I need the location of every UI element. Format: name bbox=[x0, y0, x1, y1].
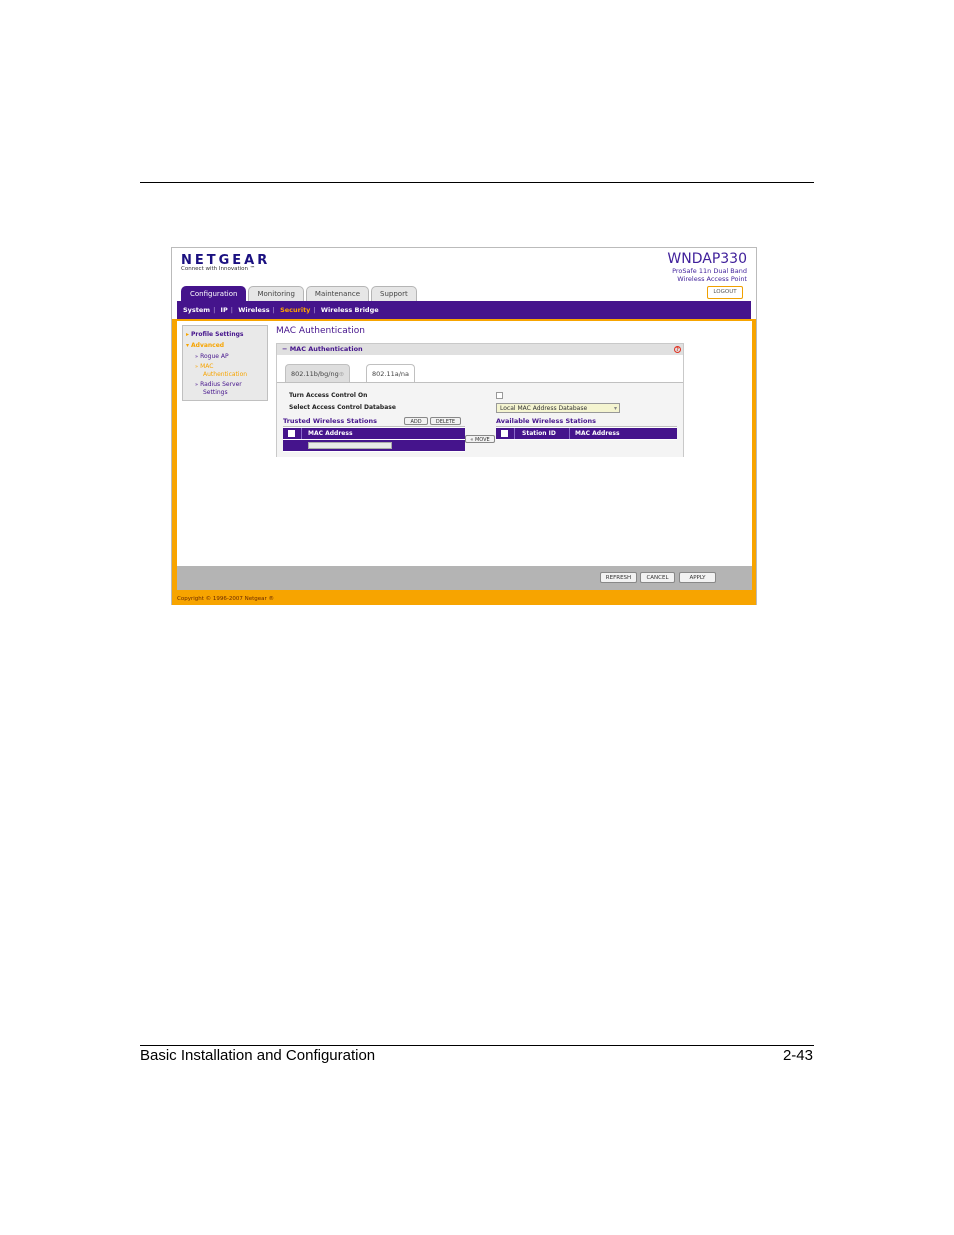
column-header-mac-address: MAC Address bbox=[308, 430, 353, 437]
page-title: MAC Authentication bbox=[276, 326, 365, 336]
sidebar-item-label: Rogue AP bbox=[200, 353, 229, 360]
add-button[interactable]: ADD bbox=[404, 417, 428, 425]
access-control-db-select[interactable]: Local MAC Address Database ▾ bbox=[496, 403, 620, 413]
subnav-separator: | bbox=[230, 306, 233, 314]
apply-button[interactable]: APPLY bbox=[679, 572, 716, 583]
subnav-ip[interactable]: IP bbox=[221, 306, 228, 314]
column-divider bbox=[569, 428, 570, 439]
sidebar-item-advanced[interactable]: ▾ Advanced bbox=[186, 342, 224, 349]
model-name: WNDAP330 bbox=[667, 251, 747, 267]
main-tabs: Configuration Monitoring Maintenance Sup… bbox=[181, 286, 417, 301]
tab-monitoring[interactable]: Monitoring bbox=[248, 286, 304, 301]
delete-button[interactable]: DELETE bbox=[430, 417, 461, 425]
tab-maintenance[interactable]: Maintenance bbox=[305, 286, 370, 301]
select-all-checkbox[interactable] bbox=[501, 430, 508, 437]
sidebar-item-label: Advanced bbox=[191, 342, 225, 349]
page-number: 2-43 bbox=[782, 1047, 813, 1064]
mac-address-input[interactable] bbox=[308, 442, 392, 449]
arrow-down-icon: ▾ bbox=[186, 342, 190, 349]
model-description-line2: Wireless Access Point bbox=[677, 275, 747, 283]
arrow-right-icon: ▸ bbox=[186, 331, 190, 338]
collapse-icon[interactable]: − bbox=[282, 345, 287, 353]
subnav-security[interactable]: Security bbox=[280, 306, 310, 314]
table-header: MAC Address bbox=[283, 428, 465, 439]
copyright: Copyright © 1996-2007 Netgear ® bbox=[177, 596, 275, 602]
help-icon[interactable]: ? bbox=[674, 346, 681, 353]
available-stations-table: Station ID MAC Address bbox=[496, 426, 677, 440]
sidebar-item-rogue-ap[interactable]: » Rogue AP bbox=[195, 353, 229, 361]
access-control-checkbox[interactable] bbox=[496, 392, 503, 399]
chevron-down-icon: ▾ bbox=[613, 405, 617, 412]
tab-configuration[interactable]: Configuration bbox=[181, 286, 247, 301]
sidebar-item-label: Profile Settings bbox=[191, 331, 244, 338]
refresh-button[interactable]: REFRESH bbox=[600, 572, 637, 583]
sidebar-item-label-line2: Settings bbox=[203, 389, 228, 396]
tagline: Connect with Innovation ™ bbox=[181, 266, 256, 272]
subnav-wireless[interactable]: Wireless bbox=[238, 306, 269, 314]
tab-80211ana[interactable]: 802.11a/na bbox=[366, 364, 416, 382]
sidebar-item-label-line1: MAC bbox=[200, 363, 214, 370]
trusted-stations-title: Trusted Wireless Stations bbox=[283, 417, 377, 425]
subnav-system[interactable]: System bbox=[183, 306, 210, 314]
column-divider bbox=[514, 428, 515, 439]
sidebar-item-label-line1: Radius Server bbox=[200, 381, 242, 388]
model-description: ProSafe 11n Dual Band Wireless Access Po… bbox=[672, 267, 747, 283]
select-all-checkbox[interactable] bbox=[288, 430, 295, 437]
subnav-wireless-bridge[interactable]: Wireless Bridge bbox=[321, 306, 379, 314]
table-row bbox=[283, 440, 465, 451]
tab-80211bgng[interactable]: 802.11b/bg/ng⊕ bbox=[285, 364, 351, 382]
table-header: Station ID MAC Address bbox=[496, 428, 677, 439]
subnav-separator: | bbox=[213, 306, 216, 314]
footer-title: Basic Installation and Configuration bbox=[140, 1047, 376, 1064]
footer-rule bbox=[140, 1045, 814, 1046]
select-value: Local MAC Address Database bbox=[500, 405, 588, 412]
subnav-separator: | bbox=[313, 306, 316, 314]
tab-label: 802.11b/bg/ng bbox=[291, 370, 339, 378]
content-frame: ▸ Profile Settings ▾ Advanced » Rogue AP » M… bbox=[172, 319, 756, 605]
bullet-icon: » bbox=[195, 364, 199, 370]
sidebar: ▸ Profile Settings ▾ Advanced » Rogue AP » M… bbox=[182, 325, 268, 401]
header-rule bbox=[140, 182, 814, 183]
logout-button[interactable]: LOGOUT bbox=[707, 286, 743, 299]
cancel-button[interactable]: CANCEL bbox=[640, 572, 675, 583]
column-header-station-id: Station ID bbox=[522, 430, 556, 437]
panel-header: − MAC Authentication ? bbox=[277, 344, 683, 355]
tab-body: Turn Access Control On Select Access Con… bbox=[277, 382, 683, 457]
access-control-label: Turn Access Control On bbox=[289, 392, 368, 399]
content-area: ▸ Profile Settings ▾ Advanced » Rogue AP » M… bbox=[177, 321, 752, 566]
screenshot-figure: NETGEAR Connect with Innovation ™ WNDAP3… bbox=[171, 247, 757, 605]
select-db-label: Select Access Control Database bbox=[289, 404, 396, 411]
sidebar-item-radius-server[interactable]: » Radius Server Settings bbox=[195, 381, 242, 396]
column-divider bbox=[301, 428, 302, 439]
bullet-icon: » bbox=[195, 382, 199, 388]
action-bar: REFRESH CANCEL APPLY bbox=[177, 566, 752, 590]
model-description-line1: ProSafe 11n Dual Band bbox=[672, 267, 747, 275]
mac-auth-panel: − MAC Authentication ? 802.11b/bg/ng⊕ 80… bbox=[276, 343, 684, 457]
sub-nav: System | IP | Wireless | Security | Wireless… bbox=[177, 301, 751, 319]
radio-icon: ⊕ bbox=[338, 370, 345, 378]
tab-support[interactable]: Support bbox=[371, 286, 417, 301]
subnav-separator: | bbox=[272, 306, 275, 314]
panel-title: MAC Authentication bbox=[289, 345, 363, 353]
available-stations-title: Available Wireless Stations bbox=[496, 417, 596, 425]
bullet-icon: » bbox=[195, 354, 199, 360]
trusted-stations-table: MAC Address bbox=[283, 426, 465, 452]
move-button[interactable]: « MOVE bbox=[465, 435, 495, 443]
sidebar-item-label-line2: Authentication bbox=[203, 371, 248, 378]
sidebar-item-profile-settings[interactable]: ▸ Profile Settings bbox=[186, 331, 243, 338]
sidebar-item-mac-authentication[interactable]: » MAC Authentication bbox=[195, 363, 247, 378]
column-header-mac-address: MAC Address bbox=[575, 430, 620, 437]
